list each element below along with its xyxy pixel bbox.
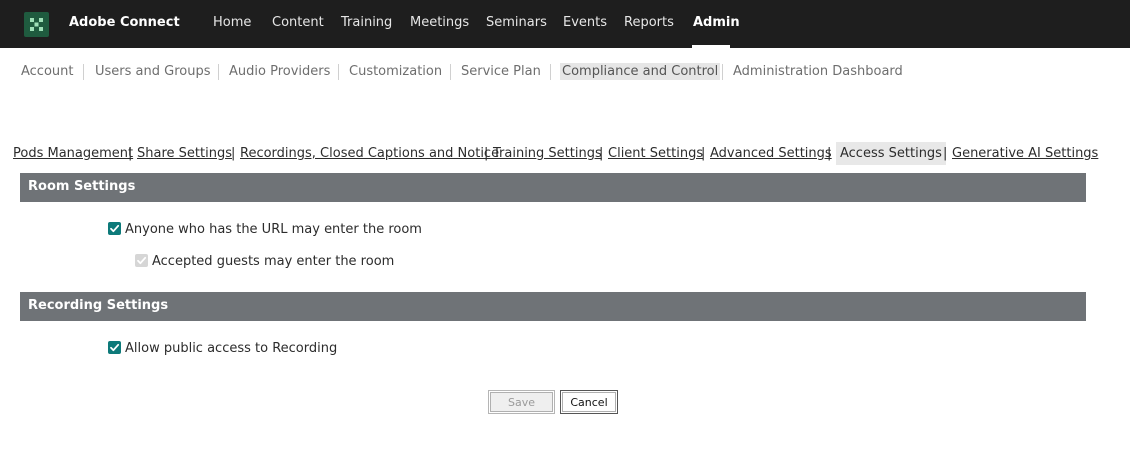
subnav-account[interactable]: Account	[19, 63, 76, 80]
tab-separator: |	[701, 146, 706, 161]
subnav-audio-providers[interactable]: Audio Providers	[227, 63, 332, 80]
subnav-divider	[218, 64, 219, 80]
tab-client-settings[interactable]: Client Settings	[608, 146, 703, 161]
recording-settings-header: Recording Settings	[20, 292, 1086, 321]
top-bar: Adobe Connect Home Content Training Meet…	[0, 0, 1130, 48]
subnav-compliance-and-control[interactable]: Compliance and Control	[560, 63, 721, 80]
nav-home[interactable]: Home	[213, 15, 251, 30]
active-nav-indicator	[692, 45, 730, 48]
tab-separator: |	[484, 146, 489, 161]
checkmark-icon	[110, 224, 120, 233]
tab-separator: |	[599, 146, 604, 161]
room-settings-header: Room Settings	[20, 173, 1086, 202]
nav-content[interactable]: Content	[272, 15, 324, 30]
public-recording-access-label: Allow public access to Recording	[125, 341, 338, 356]
tab-separator: |	[128, 146, 133, 161]
tab-separator: |	[827, 146, 832, 161]
nav-training[interactable]: Training	[341, 15, 392, 30]
checkmark-icon	[110, 343, 120, 352]
accepted-guests-checkbox	[135, 254, 148, 267]
subnav-divider	[550, 64, 551, 80]
subnav-service-plan[interactable]: Service Plan	[459, 63, 543, 80]
accepted-guests-label: Accepted guests may enter the room	[152, 254, 395, 269]
tab-share-settings[interactable]: Share Settings	[137, 146, 232, 161]
nav-events[interactable]: Events	[563, 15, 607, 30]
nav-meetings[interactable]: Meetings	[410, 15, 469, 30]
subnav-customization[interactable]: Customization	[347, 63, 444, 80]
cancel-button[interactable]: Cancel	[560, 390, 618, 414]
tab-recordings-captions-notice[interactable]: Recordings, Closed Captions and Notice	[240, 146, 499, 161]
tab-advanced-settings[interactable]: Advanced Settings	[710, 146, 832, 161]
tab-separator: |	[943, 146, 948, 161]
tab-training-settings[interactable]: Training Settings	[493, 146, 602, 161]
checkmark-icon	[137, 256, 147, 265]
nav-admin[interactable]: Admin	[693, 15, 740, 30]
app-name: Adobe Connect	[69, 15, 180, 30]
subnav-administration-dashboard[interactable]: Administration Dashboard	[731, 63, 905, 80]
nav-reports[interactable]: Reports	[624, 15, 674, 30]
subnav-divider	[450, 64, 451, 80]
nav-seminars[interactable]: Seminars	[486, 15, 547, 30]
save-button: Save	[488, 390, 555, 414]
subnav-divider	[722, 64, 723, 80]
public-recording-access-checkbox[interactable]	[108, 341, 121, 354]
tab-separator: |	[231, 146, 236, 161]
subnav-users-and-groups[interactable]: Users and Groups	[93, 63, 212, 80]
anyone-with-url-label: Anyone who has the URL may enter the roo…	[125, 222, 422, 237]
room-settings-title: Room Settings	[28, 179, 136, 194]
tab-access-settings[interactable]: Access Settings	[836, 142, 946, 165]
tab-generative-ai-settings[interactable]: Generative AI Settings	[952, 146, 1098, 161]
recording-settings-title: Recording Settings	[28, 298, 169, 313]
adobe-connect-logo-icon[interactable]	[24, 12, 49, 37]
subnav-divider	[83, 64, 84, 80]
subnav-divider	[338, 64, 339, 80]
tab-pods-management[interactable]: Pods Management	[13, 146, 133, 161]
anyone-with-url-checkbox[interactable]	[108, 222, 121, 235]
